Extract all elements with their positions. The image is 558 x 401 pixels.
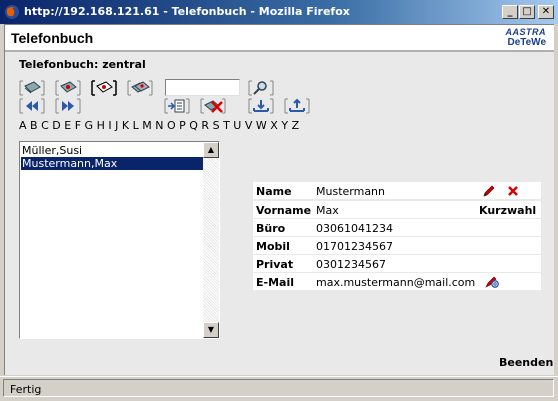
phonebook-multi-icon xyxy=(127,80,153,96)
delete-all-icon xyxy=(200,98,226,114)
letter-link[interactable]: Y xyxy=(281,119,288,132)
upload-down-icon xyxy=(248,98,274,114)
detail-row-email: E-Mail max.mustermann@mail.com xyxy=(253,273,541,291)
letter-link[interactable]: L xyxy=(133,119,139,132)
phonebook-label: Telefonbuch: zentral xyxy=(19,58,146,71)
privat-value: 0301234567 xyxy=(316,258,386,271)
scroll-up-button[interactable]: ▲ xyxy=(203,142,219,158)
privat-label: Privat xyxy=(256,258,294,271)
status-bar: Fertig xyxy=(0,376,558,401)
detail-row-buero: Büro 03061041234 xyxy=(253,219,541,237)
next-page-button[interactable] xyxy=(55,98,81,114)
letter-link[interactable]: E xyxy=(64,119,71,132)
letter-link[interactable]: X xyxy=(270,119,278,132)
detail-row-name: Name Mustermann xyxy=(253,182,541,200)
letter-link[interactable]: W xyxy=(256,119,267,132)
phonebook-button[interactable] xyxy=(19,80,45,96)
vorname-label: Vorname xyxy=(256,204,312,217)
letter-link[interactable]: H xyxy=(97,119,105,132)
phonebook-multi-button[interactable] xyxy=(127,80,153,96)
send-email-button[interactable] xyxy=(484,274,500,290)
delete-all-button[interactable] xyxy=(200,98,226,114)
alphabet-bar: ABCDEFGHIJKLMNOPQRSTUVWXYZ xyxy=(19,119,303,132)
letter-link[interactable]: J xyxy=(115,119,118,132)
letter-link[interactable]: D xyxy=(52,119,60,132)
name-value: Mustermann xyxy=(316,185,386,198)
window-titlebar[interactable]: http://192.168.121.61 - Telefonbuch - Mo… xyxy=(0,0,558,24)
detail-row-mobil: Mobil 01701234567 xyxy=(253,237,541,255)
letter-link[interactable]: U xyxy=(233,119,241,132)
close-button[interactable]: ✕ xyxy=(538,5,554,19)
upload-button[interactable] xyxy=(284,98,310,114)
buero-value: 03061041234 xyxy=(316,222,393,235)
delete-x-icon xyxy=(508,186,518,196)
email-value: max.mustermann@mail.com xyxy=(316,276,476,289)
brand-logo: AASTRA DeTeWe xyxy=(478,27,550,50)
email-icon xyxy=(485,276,499,288)
search-input[interactable] xyxy=(165,79,240,96)
next-page-icon xyxy=(55,98,81,114)
list-item-selected[interactable]: Mustermann,Max xyxy=(21,157,203,170)
scroll-down-button[interactable]: ▼ xyxy=(203,322,219,338)
phonebook-active-icon xyxy=(91,80,117,96)
letter-link[interactable]: R xyxy=(201,119,209,132)
mobil-label: Mobil xyxy=(256,240,290,253)
letter-link[interactable]: P xyxy=(179,119,186,132)
phonebook-active-button[interactable] xyxy=(91,80,117,96)
page-title: Telefonbuch xyxy=(11,30,94,46)
vorname-value: Max xyxy=(316,204,339,217)
letter-link[interactable]: A xyxy=(19,119,27,132)
import-button[interactable] xyxy=(164,98,190,114)
upload-up-icon xyxy=(284,98,310,114)
minimize-button[interactable]: _ xyxy=(502,5,518,19)
phonebook-red-icon xyxy=(55,80,81,96)
detail-row-privat: Privat 0301234567 xyxy=(253,255,541,273)
letter-link[interactable]: K xyxy=(122,119,129,132)
list-item[interactable]: Müller,Susi xyxy=(21,144,203,157)
mobil-value: 01701234567 xyxy=(316,240,393,253)
download-button[interactable] xyxy=(248,98,274,114)
first-page-button[interactable] xyxy=(19,98,45,114)
list-scrollbar[interactable]: ▲ ▼ xyxy=(203,142,219,338)
window-title: http://192.168.121.61 - Telefonbuch - Mo… xyxy=(24,5,350,18)
letter-link[interactable]: N xyxy=(155,119,163,132)
status-text: Fertig xyxy=(10,383,42,396)
page-header: Telefonbuch AASTRA DeTeWe xyxy=(5,25,554,52)
letter-link[interactable]: Q xyxy=(189,119,198,132)
letter-link[interactable]: O xyxy=(167,119,176,132)
logo-line1: AASTRA xyxy=(505,27,546,37)
kurzwahl-label: Kurzwahl xyxy=(479,204,537,217)
letter-link[interactable]: C xyxy=(41,119,49,132)
letter-link[interactable]: B xyxy=(30,119,38,132)
phonebook-icon xyxy=(19,80,45,96)
page-content: Telefonbuch AASTRA DeTeWe Telefonbuch: z… xyxy=(4,24,554,375)
phonebook-red-button[interactable] xyxy=(55,80,81,96)
letter-link[interactable]: T xyxy=(223,119,230,132)
edit-button[interactable] xyxy=(481,183,497,199)
logo-line2: DeTeWe xyxy=(507,37,546,48)
letter-link[interactable]: G xyxy=(85,119,94,132)
letter-link[interactable]: V xyxy=(245,119,253,132)
beenden-button[interactable]: Beenden xyxy=(499,356,553,369)
firefox-icon xyxy=(5,5,19,19)
letter-link[interactable]: S xyxy=(213,119,220,132)
letter-link[interactable]: Z xyxy=(292,119,300,132)
letter-link[interactable]: F xyxy=(75,119,81,132)
magnifier-icon xyxy=(248,80,274,96)
letter-link[interactable]: I xyxy=(108,119,111,132)
first-page-icon xyxy=(19,98,45,114)
search-button[interactable] xyxy=(248,80,274,96)
maximize-button[interactable]: □ xyxy=(519,5,535,19)
buero-label: Büro xyxy=(256,222,286,235)
import-icon xyxy=(164,98,190,114)
pencil-icon xyxy=(483,185,495,197)
contact-list[interactable]: Müller,Susi Mustermann,Max ▲ ▼ xyxy=(19,141,220,339)
email-label: E-Mail xyxy=(256,276,294,289)
name-label: Name xyxy=(256,185,292,198)
letter-link[interactable]: M xyxy=(142,119,152,132)
detail-row-vorname: Vorname Max Kurzwahl xyxy=(253,201,541,219)
status-panel: Fertig xyxy=(3,379,554,397)
delete-button[interactable] xyxy=(505,183,521,199)
